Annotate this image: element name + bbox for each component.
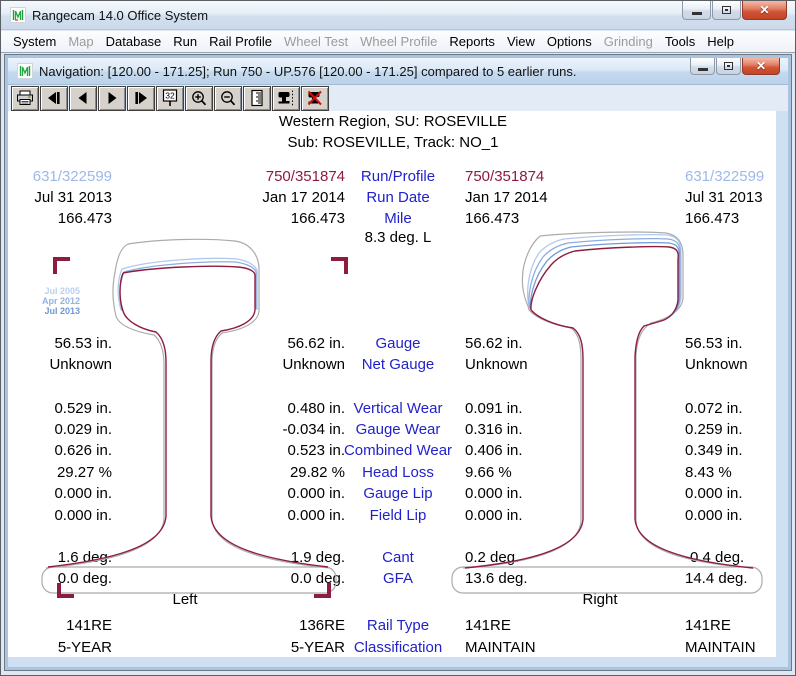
menu-wheel-test: Wheel Test: [278, 31, 354, 52]
child-minimize-button[interactable]: [690, 58, 715, 75]
navigation-title-bar: Navigation: [120.00 - 171.25]; Run 750 -…: [8, 58, 788, 85]
rail-profile-delete-icon: [306, 89, 324, 107]
child-restore-button[interactable]: [716, 58, 741, 75]
rail-profile-button[interactable]: [272, 86, 300, 111]
left-rail-profile: [42, 239, 336, 593]
menu-database[interactable]: Database: [100, 31, 168, 52]
menu-grinding: Grinding: [598, 31, 659, 52]
menu-reports[interactable]: Reports: [443, 31, 501, 52]
menu-tools[interactable]: Tools: [659, 31, 701, 52]
menu-help[interactable]: Help: [701, 31, 740, 52]
forward-icon: [103, 90, 121, 106]
minimize-button[interactable]: [682, 1, 711, 20]
maximize-button[interactable]: [712, 1, 741, 20]
print-icon: [16, 90, 34, 106]
milepost-icon: 32: [160, 89, 180, 107]
minimize-icon: [692, 12, 702, 15]
navigation-window: Navigation: [120.00 - 171.25]; Run 750 -…: [5, 55, 791, 670]
back-icon: [74, 90, 92, 106]
measurement-corner-brackets: [55, 259, 346, 596]
navigation-toolbar: 32: [8, 85, 788, 111]
milepost-button[interactable]: 32: [156, 86, 184, 111]
profile-comparison-view: Western Region, SU: ROSEVILLE Sub: ROSEV…: [8, 111, 776, 657]
menu-wheel-profile: Wheel Profile: [354, 31, 443, 52]
print-button[interactable]: [11, 86, 39, 111]
step-forward-button[interactable]: [127, 86, 155, 111]
menu-options[interactable]: Options: [541, 31, 598, 52]
rail-profiles-drawing: [8, 111, 776, 657]
menu-map: Map: [62, 31, 99, 52]
rail-profile-delete-button[interactable]: [301, 86, 329, 111]
rail-profile-icon: [277, 89, 295, 107]
app-window: Rangecam 14.0 Office System ✕ SystemMapD…: [0, 0, 796, 676]
navigation-window-title: Navigation: [120.00 - 171.25]; Run 750 -…: [39, 64, 576, 79]
ruler-icon: [248, 89, 266, 107]
title-bar: Rangecam 14.0 Office System ✕: [1, 1, 795, 30]
navigation-window-icon: [17, 63, 33, 79]
ruler-button[interactable]: [243, 86, 271, 111]
menu-system[interactable]: System: [7, 31, 62, 52]
child-close-button[interactable]: ✕: [742, 58, 780, 75]
navigation-window-controls: ✕: [690, 58, 780, 75]
step-forward-icon: [132, 90, 150, 106]
window-title: Rangecam 14.0 Office System: [32, 8, 208, 23]
back-button[interactable]: [69, 86, 97, 111]
mdi-area: Navigation: [120.00 - 171.25]; Run 750 -…: [4, 54, 792, 671]
forward-button[interactable]: [98, 86, 126, 111]
menu-run[interactable]: Run: [167, 31, 203, 52]
app-logo-icon: [10, 7, 26, 23]
zoom-in-icon: [190, 90, 208, 107]
close-button[interactable]: ✕: [742, 1, 787, 20]
child-restore-icon: [724, 62, 733, 70]
maximize-icon: [722, 6, 731, 14]
step-backward-button[interactable]: [40, 86, 68, 111]
zoom-in-button[interactable]: [185, 86, 213, 111]
step-backward-icon: [45, 90, 63, 106]
svg-text:32: 32: [165, 91, 175, 101]
zoom-out-button[interactable]: [214, 86, 242, 111]
zoom-out-icon: [219, 90, 237, 107]
right-rail-profile: [452, 232, 762, 593]
menu-bar: SystemMapDatabaseRunRail ProfileWheel Te…: [1, 31, 795, 53]
close-icon: ✕: [759, 4, 769, 16]
menu-view[interactable]: View: [501, 31, 541, 52]
window-controls: ✕: [682, 1, 787, 20]
child-close-icon: ✕: [756, 60, 766, 72]
child-minimize-icon: [698, 68, 708, 71]
menu-rail-profile[interactable]: Rail Profile: [203, 31, 278, 52]
